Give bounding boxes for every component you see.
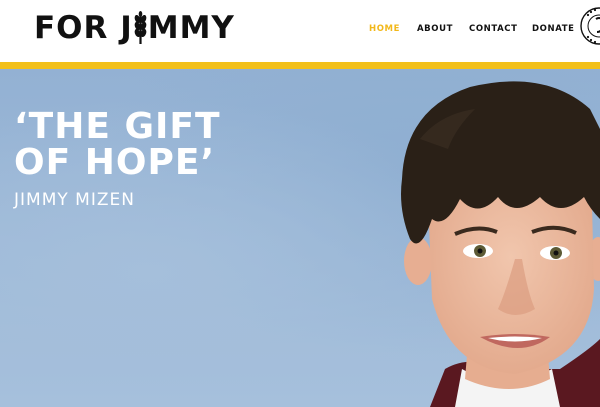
logo-text-mmy: MMY: [147, 10, 235, 46]
site-logo[interactable]: FOR J MMY: [34, 9, 235, 47]
logo-text-for-j: FOR J: [34, 10, 133, 46]
site-header: FOR J MMY HOME ABOUT CONTACT DONATE: [0, 0, 600, 62]
hero-banner: ‘THE GIFT OF HOPE’ JIMMY MIZEN: [0, 69, 600, 407]
nav-about[interactable]: ABOUT: [417, 24, 469, 34]
hero-subtitle: JIMMY MIZEN: [14, 190, 135, 210]
nav-home[interactable]: HOME: [369, 24, 417, 34]
header-accent-bar: [0, 62, 600, 69]
main-nav: HOME ABOUT CONTACT DONATE: [369, 24, 575, 34]
headline-line-2: OF HOPE’: [14, 142, 216, 183]
nav-donate[interactable]: DONATE: [532, 24, 575, 34]
foundation-seal-icon[interactable]: [579, 6, 600, 46]
headline-line-1: ‘THE GIFT: [14, 106, 221, 147]
nav-contact[interactable]: CONTACT: [469, 24, 532, 34]
hero-headline: ‘THE GIFT OF HOPE’: [14, 109, 221, 181]
wheat-ear-icon: [134, 11, 147, 44]
